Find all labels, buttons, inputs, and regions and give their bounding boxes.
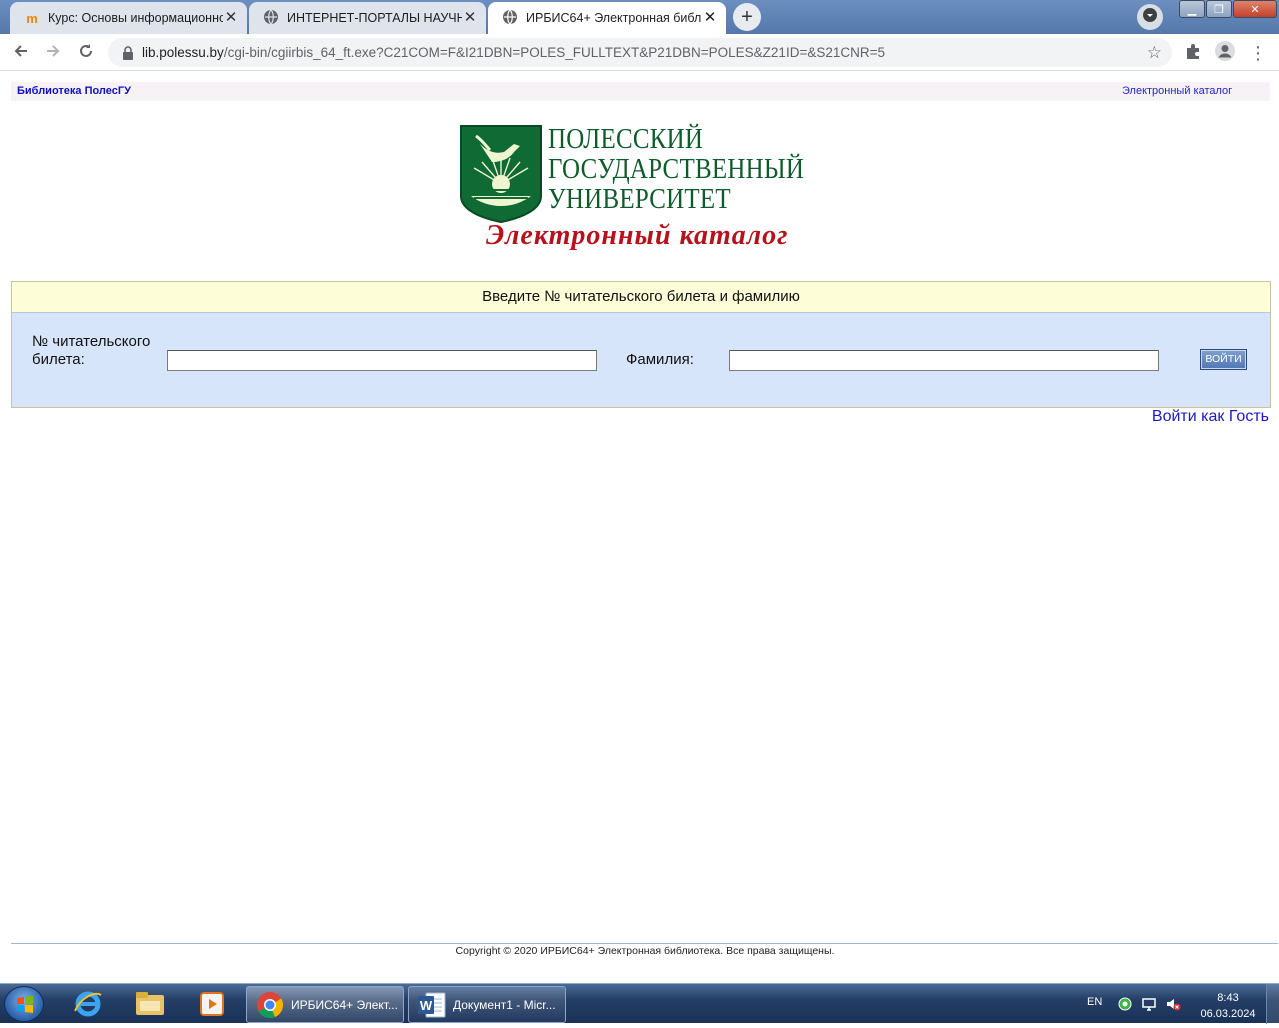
address-bar[interactable]: lib.polessu.by/cgi-bin/cgiirbis_64_ft.ex… [108, 38, 1172, 67]
globe-icon [263, 9, 279, 28]
window-controls: ▁ ❐ ✕ [1178, 0, 1277, 18]
browser-toolbar: lib.polessu.by/cgi-bin/cgiirbis_64_ft.ex… [0, 34, 1279, 71]
extensions-button[interactable] [1181, 41, 1205, 65]
taskbar-item-label: Документ1 - Micr... [453, 997, 556, 1012]
minimize-icon: ▁ [1187, 3, 1197, 16]
puzzle-icon [1184, 42, 1202, 65]
url-host: lib.polessu.by [142, 45, 224, 60]
forward-button[interactable] [40, 40, 66, 66]
taskbar-item-word[interactable]: W Документ1 - Micr... [408, 986, 566, 1023]
new-tab-button[interactable]: + [733, 3, 761, 31]
taskbar-item-chrome[interactable]: ИРБИС64+ Элект... [246, 986, 404, 1023]
url-path: /cgi-bin/cgiirbis_64_ft.exe?C21COM=F&I21… [223, 45, 885, 60]
ticket-number-label: № читательского билета: [32, 333, 151, 368]
web-page: Библиотека ПолесГУ Электронный каталог П… [0, 72, 1279, 982]
university-name-line: УНИВЕРСИТЕТ [548, 183, 731, 215]
volume-muted-icon[interactable] [1165, 996, 1181, 1015]
network-status-icon[interactable] [1117, 996, 1133, 1015]
avatar-icon [1214, 40, 1236, 67]
tab-search-button[interactable] [1137, 4, 1163, 30]
lock-icon [114, 45, 142, 60]
tab-irbis-library[interactable]: ИРБИС64+ Электронная библиотека ✕ [488, 2, 726, 34]
surname-label: Фамилия: [626, 351, 694, 368]
university-name-line: ГОСУДАРСТВЕННЫЙ [548, 153, 805, 185]
chrome-icon [255, 990, 285, 1020]
login-form: Введите № читательского билета и фамилию… [11, 281, 1271, 408]
close-icon[interactable]: ✕ [462, 10, 478, 26]
login-fields: № читательского билета: Фамилия: ВОЙТИ [12, 313, 1270, 407]
bookmark-star-icon[interactable]: ☆ [1147, 43, 1162, 63]
media-player-icon[interactable] [196, 988, 228, 1020]
login-heading: Введите № читательского билета и фамилию [12, 282, 1270, 313]
clock-time: 8:43 [1217, 992, 1239, 1004]
browser-tabstrip: m Курс: Основы информационной ✕ ИНТЕРНЕТ… [0, 0, 1279, 34]
arrow-right-icon [44, 42, 62, 65]
kebab-menu-icon: ⋮ [1249, 43, 1267, 63]
copyright-footer: Copyright © 2020 ИРБИС64+ Электронная би… [455, 945, 835, 957]
page-topbar: Библиотека ПолесГУ Электронный каталог [11, 82, 1270, 101]
globe-icon [502, 9, 518, 28]
catalog-subtitle: Электронный каталог [486, 220, 789, 251]
clock-date: 06.03.2024 [1200, 1008, 1256, 1020]
footer-divider [11, 943, 1278, 944]
tab-internet-portals[interactable]: ИНТЕРНЕТ-ПОРТАЛЫ НАУЧНЫХ ✕ [249, 2, 486, 34]
start-button[interactable] [4, 986, 44, 1022]
chevron-down-icon [1142, 7, 1158, 28]
emblem-icon [460, 125, 542, 224]
close-icon: ✕ [1250, 3, 1260, 16]
language-indicator[interactable]: EN [1087, 996, 1102, 1008]
back-button[interactable] [8, 40, 34, 66]
moodle-icon: m [26, 10, 38, 26]
close-window-button[interactable]: ✕ [1233, 0, 1277, 18]
tab-title: Курс: Основы информационной [48, 11, 223, 25]
reload-icon [77, 42, 95, 65]
reload-button[interactable] [73, 40, 99, 66]
tab-title: ИНТЕРНЕТ-ПОРТАЛЫ НАУЧНЫХ [287, 11, 462, 25]
tab-moodle-course[interactable]: m Курс: Основы информационной ✕ [10, 2, 247, 34]
plus-icon: + [741, 5, 753, 28]
windows-taskbar: ИРБИС64+ Элект... W Документ1 - Micr... … [0, 983, 1279, 1024]
surname-input[interactable] [729, 350, 1159, 371]
display-icon[interactable] [1141, 996, 1157, 1015]
taskbar-clock[interactable]: 8:43 06.03.2024 [1198, 990, 1258, 1022]
university-name-line: ПОЛЕССКИЙ [548, 123, 704, 155]
menu-button[interactable]: ⋮ [1246, 41, 1270, 65]
restore-icon: ❐ [1214, 3, 1224, 16]
login-button[interactable]: ВОЙТИ [1200, 349, 1247, 370]
svg-text:W: W [420, 998, 433, 1013]
university-name: ПОЛЕССКИЙ ГОСУДАРСТВЕННЫЙ УНИВЕРСИТЕТ [548, 124, 804, 214]
minimize-button[interactable]: ▁ [1179, 0, 1205, 18]
restore-button[interactable]: ❐ [1206, 0, 1232, 18]
show-desktop-button[interactable] [1266, 984, 1279, 1024]
ticket-number-input[interactable] [167, 350, 597, 371]
internet-explorer-icon[interactable] [72, 988, 104, 1020]
file-explorer-icon[interactable] [134, 988, 166, 1020]
guest-login-link[interactable]: Войти как Гость [1152, 408, 1269, 426]
word-icon: W [417, 990, 447, 1020]
close-icon[interactable]: ✕ [702, 10, 718, 26]
tab-title: ИРБИС64+ Электронная библиотека [526, 11, 702, 25]
url-text: lib.polessu.by/cgi-bin/cgiirbis_64_ft.ex… [142, 45, 885, 60]
taskbar-item-label: ИРБИС64+ Элект... [291, 997, 398, 1012]
close-icon[interactable]: ✕ [223, 10, 239, 26]
library-home-link[interactable]: Библиотека ПолесГУ [17, 85, 131, 97]
catalog-link[interactable]: Электронный каталог [1122, 85, 1232, 97]
profile-button[interactable] [1213, 40, 1237, 67]
windows-logo-icon [17, 996, 33, 1013]
arrow-left-icon [12, 42, 30, 65]
